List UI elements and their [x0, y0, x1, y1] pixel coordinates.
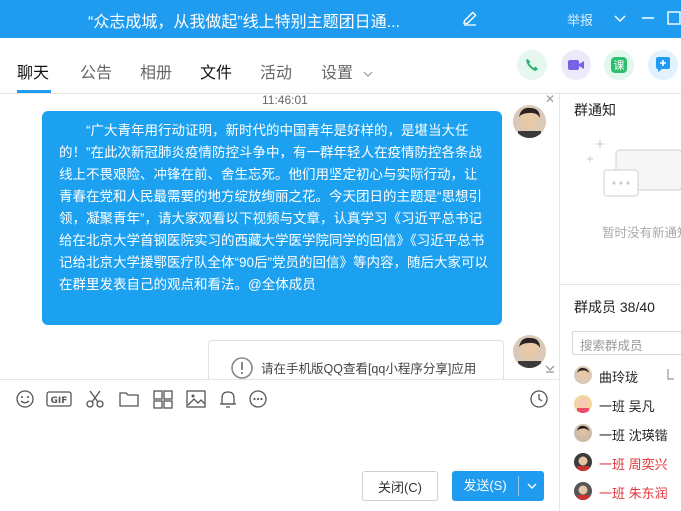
window-title: “众志成城，从我做起”线上特别主题团日通...: [88, 14, 400, 31]
voice-call-button[interactable]: [517, 50, 547, 80]
member-item[interactable]: 一班 周奕兴: [574, 453, 681, 473]
message-timestamp: 11:46:01: [262, 94, 308, 107]
more-apps-button[interactable]: [648, 50, 678, 80]
avatar: [574, 366, 592, 384]
message-bubble[interactable]: “广大青年用行动证明，新时代的中国青年是好样的，是堪当大任的！”在此次新冠肺炎疫…: [42, 111, 502, 325]
divider: [560, 284, 681, 285]
member-name: 一班 周奕兴: [599, 457, 668, 472]
chevron-down-icon: [527, 483, 536, 489]
tab-files[interactable]: 文件: [200, 59, 232, 83]
group-members-title: 群成员 38/40: [574, 299, 655, 315]
message-input-area[interactable]: GIF 关闭(C) 发送(S): [0, 379, 559, 511]
gif-icon[interactable]: GIF: [46, 388, 72, 410]
send-button-label: 发送(S): [463, 478, 507, 493]
chevron-down-icon: [364, 71, 373, 77]
member-search-input[interactable]: 搜索群成员: [572, 331, 681, 355]
tab-chat[interactable]: 聊天: [17, 59, 49, 83]
member-name: 一班 朱东润: [599, 486, 668, 501]
member-item[interactable]: 曲玲珑: [574, 366, 681, 386]
add-app-icon: [656, 57, 670, 72]
bell-icon[interactable]: [217, 388, 239, 410]
edit-icon[interactable]: [461, 9, 479, 27]
classroom-icon: 课: [611, 57, 627, 73]
tab-announcement[interactable]: 公告: [80, 59, 112, 83]
folder-icon[interactable]: [118, 388, 140, 410]
screenshot-icon[interactable]: [152, 388, 174, 410]
group-sidebar: 群通知 暂时没有新通知 群成员 38/40 搜索群成员 曲玲珑 一班 吴凡 一班…: [559, 94, 681, 511]
close-button[interactable]: 关闭(C): [362, 471, 438, 501]
image-icon[interactable]: [185, 388, 207, 410]
card-text: 请在手机版QQ查看[qq小程序分享]应用: [261, 362, 477, 376]
video-call-button[interactable]: [561, 50, 591, 80]
title-bar: “众志成城，从我做起”线上特别主题团日通... 举报: [0, 0, 681, 38]
member-name: 曲玲珑: [599, 370, 639, 385]
alert-icon: [231, 357, 253, 379]
tab-settings-label: 设置: [321, 65, 354, 82]
avatar: [574, 424, 592, 442]
avatar: [574, 482, 592, 500]
active-tab-indicator: [17, 90, 51, 93]
svg-text:课: 课: [614, 59, 625, 72]
member-role-icon: [667, 369, 674, 380]
tab-activity[interactable]: 活动: [260, 59, 292, 83]
member-item[interactable]: 一班 吴凡: [574, 395, 681, 415]
member-item[interactable]: 一班 沈瑛锴: [574, 424, 681, 444]
avatar: [574, 453, 592, 471]
avatar[interactable]: [513, 105, 546, 138]
send-options-button[interactable]: [519, 471, 544, 501]
mini-program-share-card[interactable]: 请在手机版QQ查看[qq小程序分享]应用: [208, 340, 504, 379]
notice-empty-text: 暂时没有新通知: [602, 226, 681, 240]
send-button[interactable]: 发送(S): [452, 471, 544, 501]
tab-album[interactable]: 相册: [140, 59, 172, 83]
chevron-down-icon[interactable]: [610, 8, 630, 28]
svg-text:GIF: GIF: [51, 396, 68, 406]
emoji-icon[interactable]: [14, 388, 36, 410]
close-icon[interactable]: ✕: [545, 94, 555, 106]
scissors-icon[interactable]: [84, 388, 106, 410]
scroll-to-bottom-icon[interactable]: [544, 364, 556, 374]
report-link[interactable]: 举报: [567, 10, 593, 29]
phone-icon: [526, 59, 538, 71]
member-name: 一班 吴凡: [599, 399, 655, 414]
minimize-icon[interactable]: [638, 8, 658, 28]
tab-bar: 聊天 公告 相册 文件 活动 设置 课: [0, 38, 681, 94]
member-name: 一班 沈瑛锴: [599, 428, 668, 443]
video-camera-icon: [568, 60, 584, 70]
chat-history[interactable]: 11:46:01 ✕ “广大青年用行动证明，新时代的中国青年是好样的，是堪当大任…: [0, 94, 559, 379]
class-button[interactable]: 课: [604, 50, 634, 80]
empty-notice-illustration: [587, 140, 681, 197]
member-item[interactable]: 一班 朱东润: [574, 482, 681, 502]
history-clock-icon[interactable]: [528, 388, 550, 410]
more-icon[interactable]: [247, 388, 269, 410]
group-notice-title: 群通知: [574, 102, 616, 118]
avatar: [574, 395, 592, 413]
maximize-icon[interactable]: [664, 8, 681, 28]
avatar[interactable]: [513, 335, 546, 368]
tab-settings[interactable]: 设置: [321, 59, 373, 83]
